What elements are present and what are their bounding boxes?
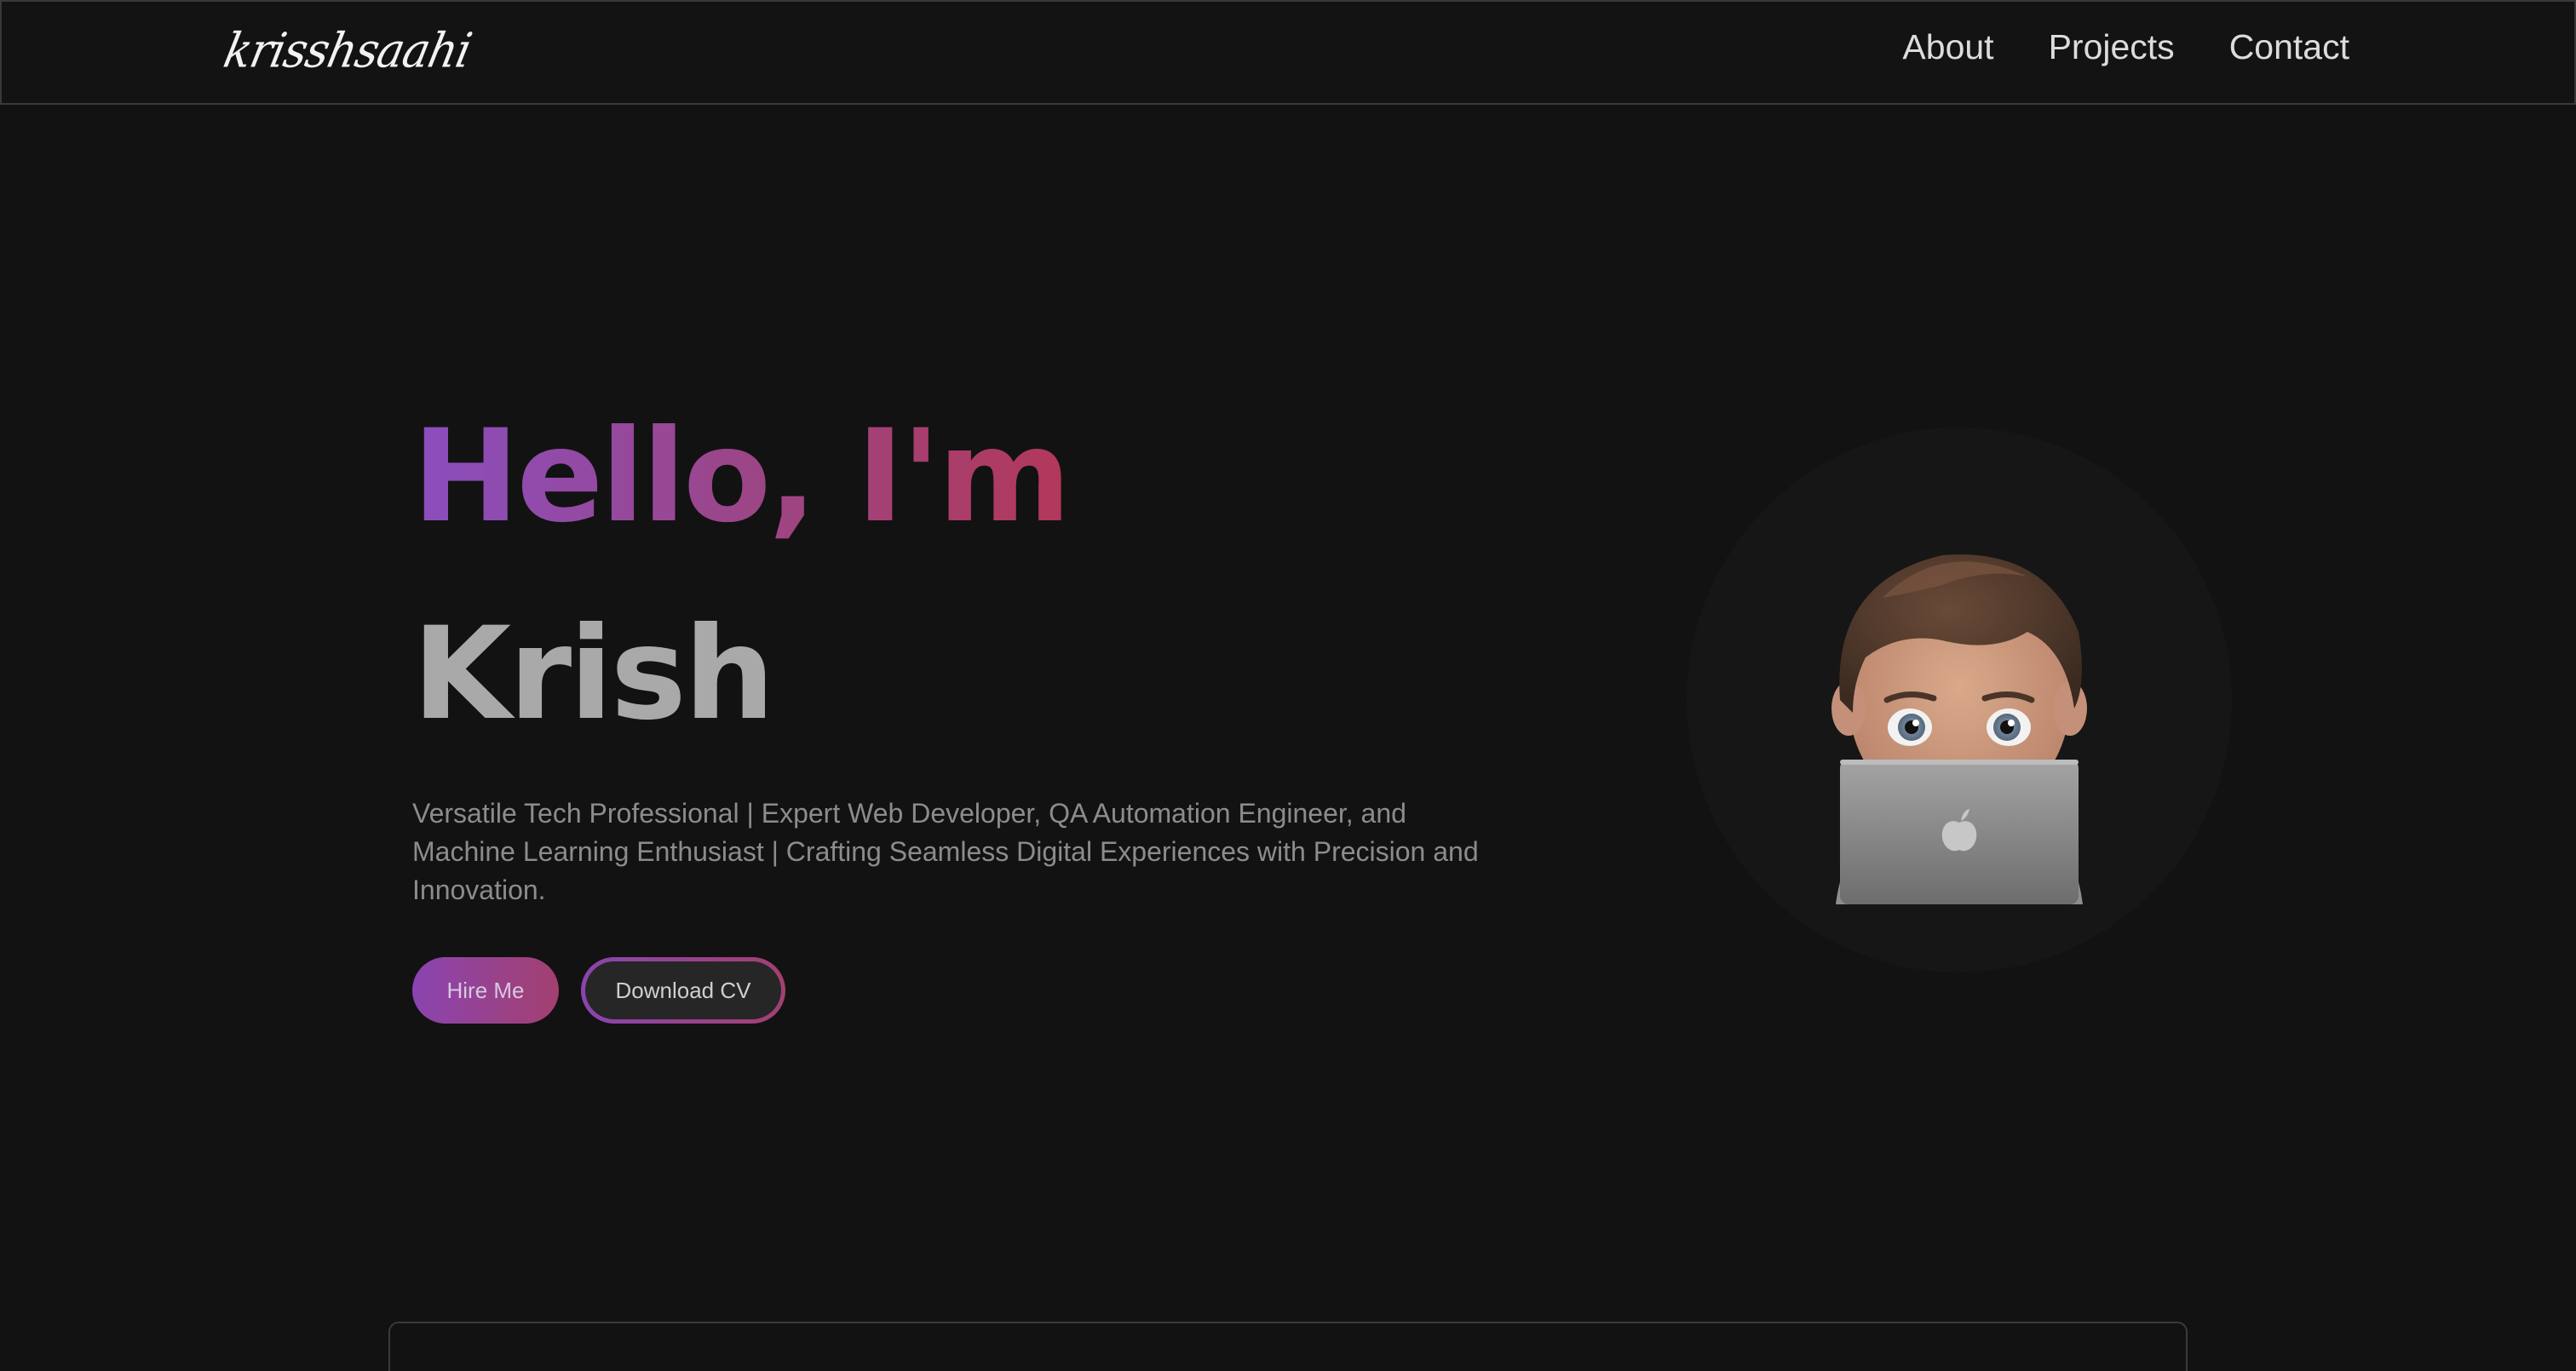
navbar: krisshsaahi About Projects Contact: [0, 0, 2576, 105]
avatar: [1687, 427, 2232, 972]
nav-link-about[interactable]: About: [1902, 27, 1993, 67]
download-cv-button[interactable]: Download CV: [581, 957, 785, 1024]
nav-link-contact[interactable]: Contact: [2229, 27, 2349, 67]
hero-buttons: Hire Me Download CV: [412, 957, 785, 1024]
hero-description: Versatile Tech Professional | Expert Web…: [412, 798, 1479, 905]
nav-links: About Projects Contact: [1902, 27, 2349, 67]
hire-me-button[interactable]: Hire Me: [412, 957, 559, 1024]
memoji-laptop-avatar-icon: [1831, 554, 2087, 904]
hero-name: Krish: [412, 600, 775, 749]
portfolio-page: krisshsaahi About Projects Contact Hello…: [0, 0, 2576, 1371]
hero-greeting: Hello, I'm: [412, 400, 1071, 554]
nav-link-projects[interactable]: Projects: [2049, 27, 2175, 67]
section-card: [388, 1322, 2188, 1371]
logo[interactable]: krisshsaahi: [219, 24, 475, 79]
